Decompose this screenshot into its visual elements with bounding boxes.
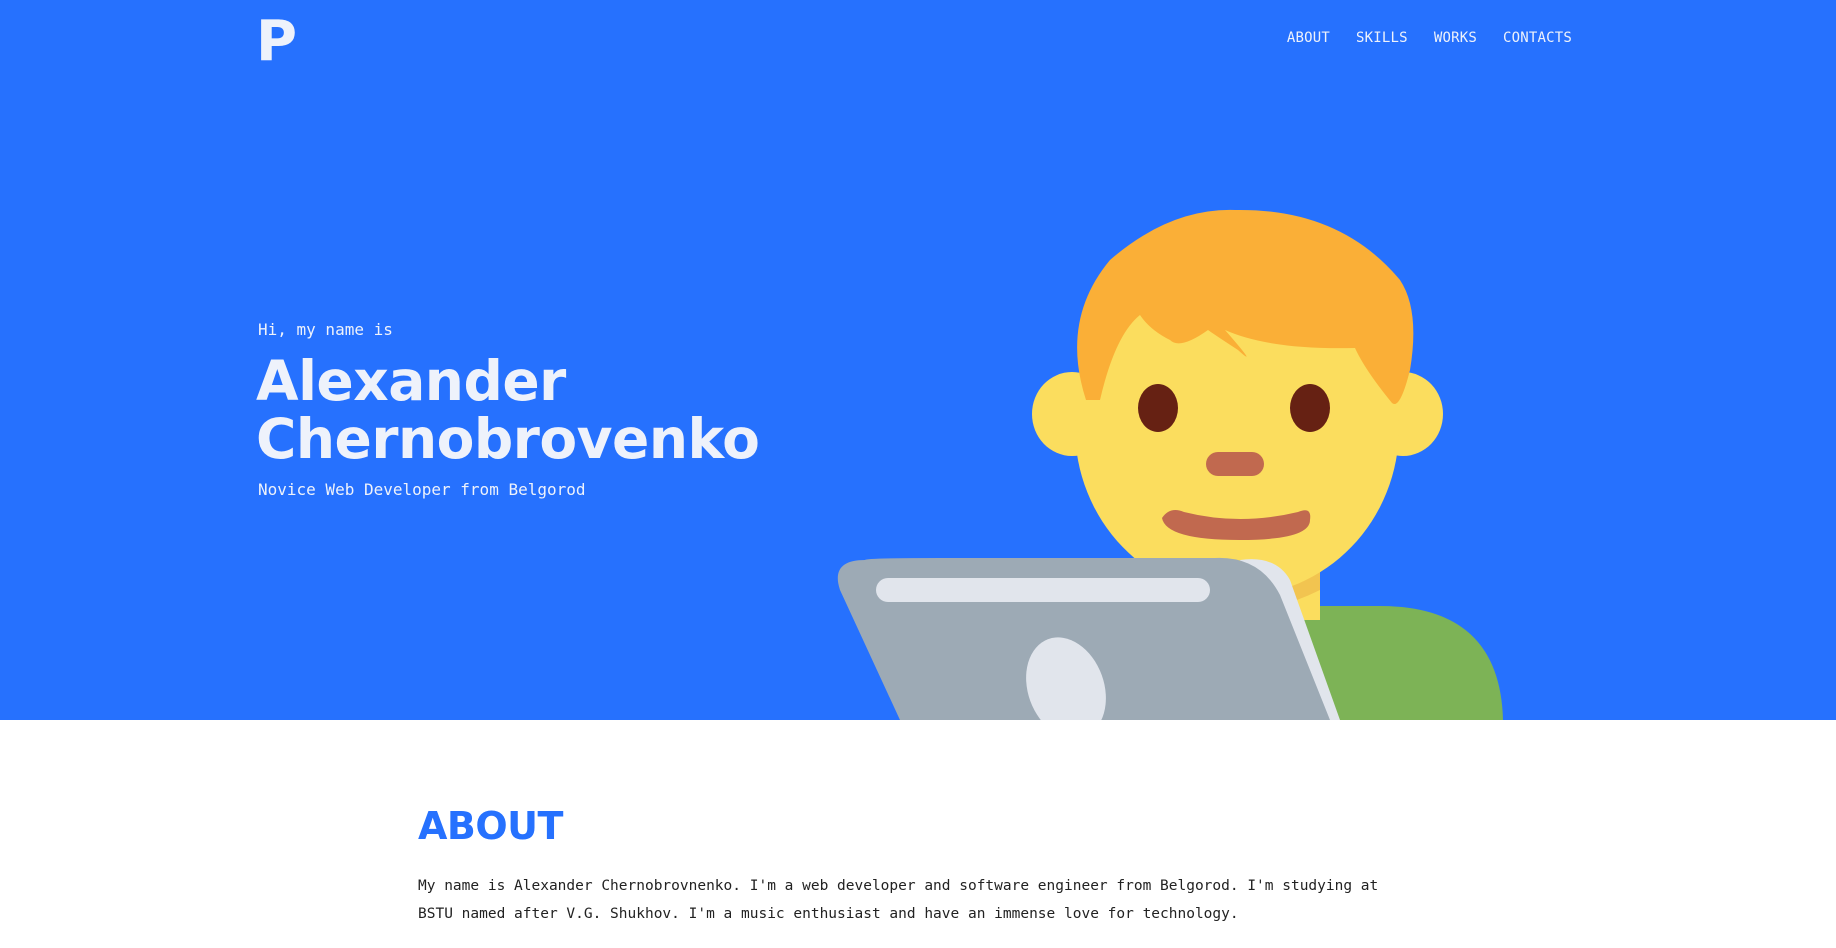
hero-name: Alexander Chernobrovenko [256,349,760,471]
main-nav: ABOUT SKILLS WORKS CONTACTS [1287,30,1572,46]
nav-link-works[interactable]: WORKS [1434,30,1477,46]
man-technologist-illustration [837,209,1503,720]
nav-link-skills[interactable]: SKILLS [1356,30,1408,46]
hero-greeting: Hi, my name is [258,320,393,339]
about-text: My name is Alexander Chernobrovnenko. I'… [418,878,1379,922]
about-title: ABOUT [418,804,563,848]
site-logo[interactable]: P [256,10,297,74]
nav-link-contacts[interactable]: CONTACTS [1503,30,1572,46]
hero-subtitle: Novice Web Developer from Belgorod [258,480,586,499]
nav-link-about[interactable]: ABOUT [1287,30,1330,46]
hero-section: P ABOUT SKILLS WORKS CONTACTS Hi, my nam… [0,0,1836,720]
